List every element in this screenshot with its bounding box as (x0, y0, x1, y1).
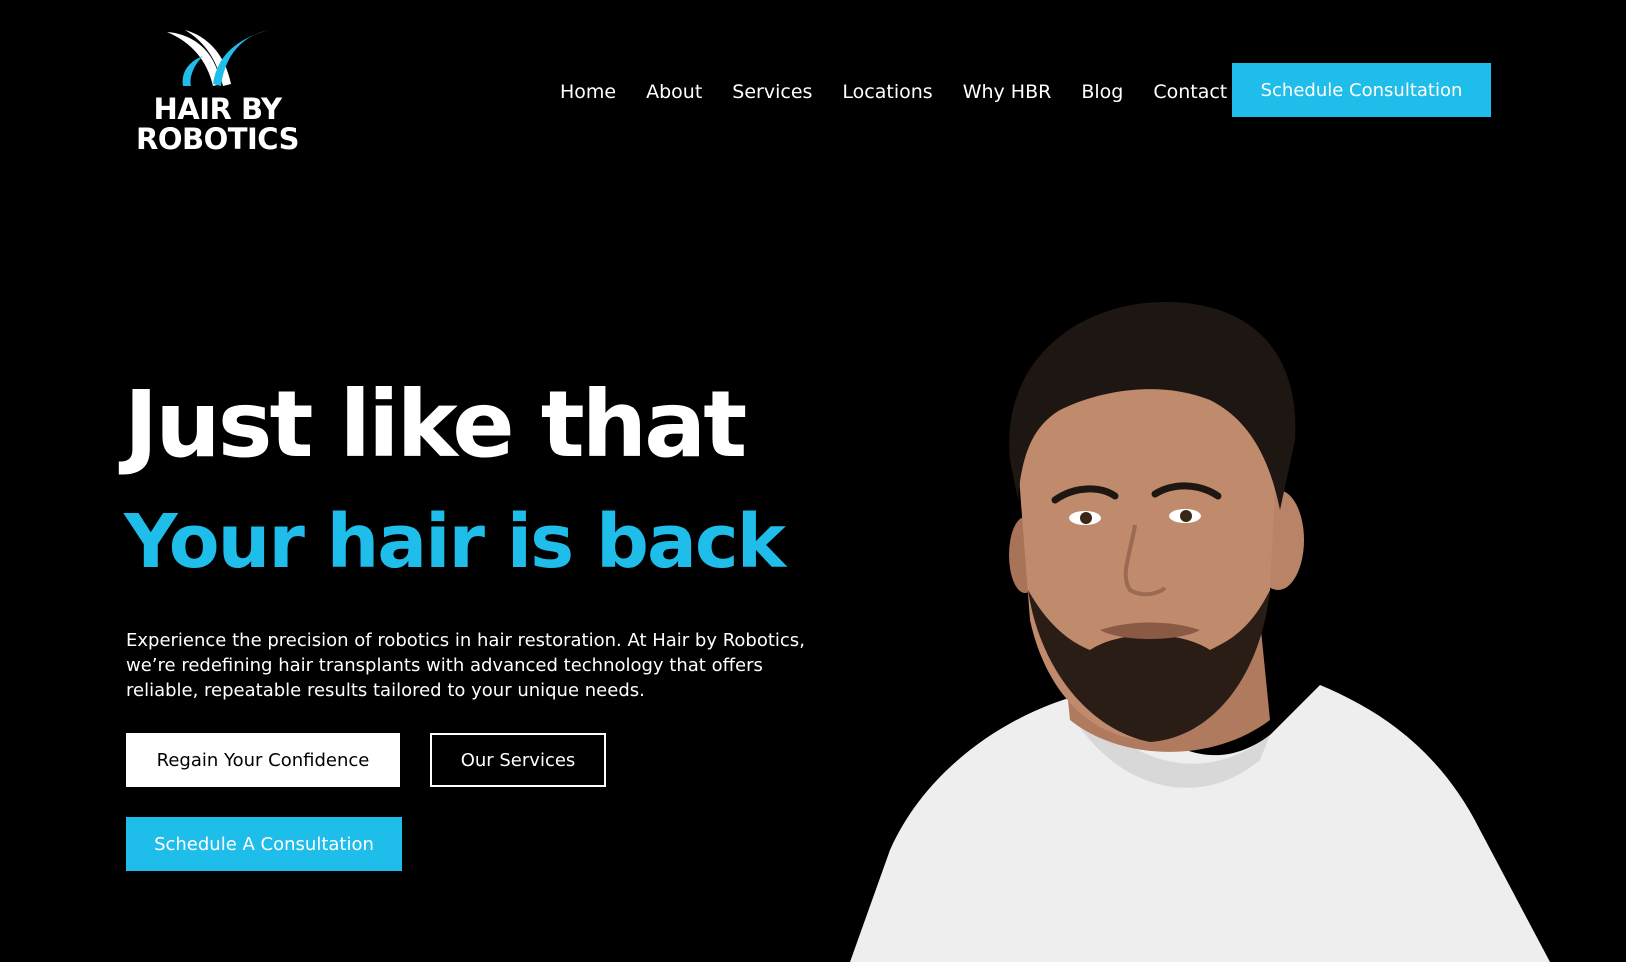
hero-portrait-image (850, 301, 1550, 962)
regain-confidence-button[interactable]: Regain Your Confidence (126, 733, 400, 787)
nav-item-locations[interactable]: Locations (842, 74, 932, 110)
our-services-button[interactable]: Our Services (430, 733, 606, 787)
main-nav: Home About Services Locations Why HBR Bl… (560, 74, 1257, 110)
logo-wordmark: HAIR BY ROBOTICS (125, 94, 310, 154)
logo[interactable]: HAIR BY ROBOTICS (125, 26, 310, 160)
hero-description: Experience the precision of robotics in … (126, 630, 805, 701)
nav-item-home[interactable]: Home (560, 74, 616, 110)
schedule-a-consultation-button[interactable]: Schedule A Consultation (126, 817, 402, 871)
logo-line-1: HAIR BY (153, 92, 282, 126)
hero-headline: Just like that (124, 371, 747, 478)
logo-line-2: ROBOTICS (135, 122, 300, 156)
nav-item-contact[interactable]: Contact (1153, 74, 1227, 110)
logo-mark-icon (167, 30, 269, 86)
nav-item-services[interactable]: Services (732, 74, 812, 110)
nav-item-about[interactable]: About (646, 74, 702, 110)
nav-item-blog[interactable]: Blog (1081, 74, 1123, 110)
nav-item-why-hbr[interactable]: Why HBR (963, 74, 1052, 110)
page: HAIR BY ROBOTICS Home About Services Loc… (0, 0, 1626, 962)
hero-subheadline: Your hair is back (124, 499, 786, 585)
schedule-consultation-button[interactable]: Schedule Consultation (1232, 63, 1491, 117)
